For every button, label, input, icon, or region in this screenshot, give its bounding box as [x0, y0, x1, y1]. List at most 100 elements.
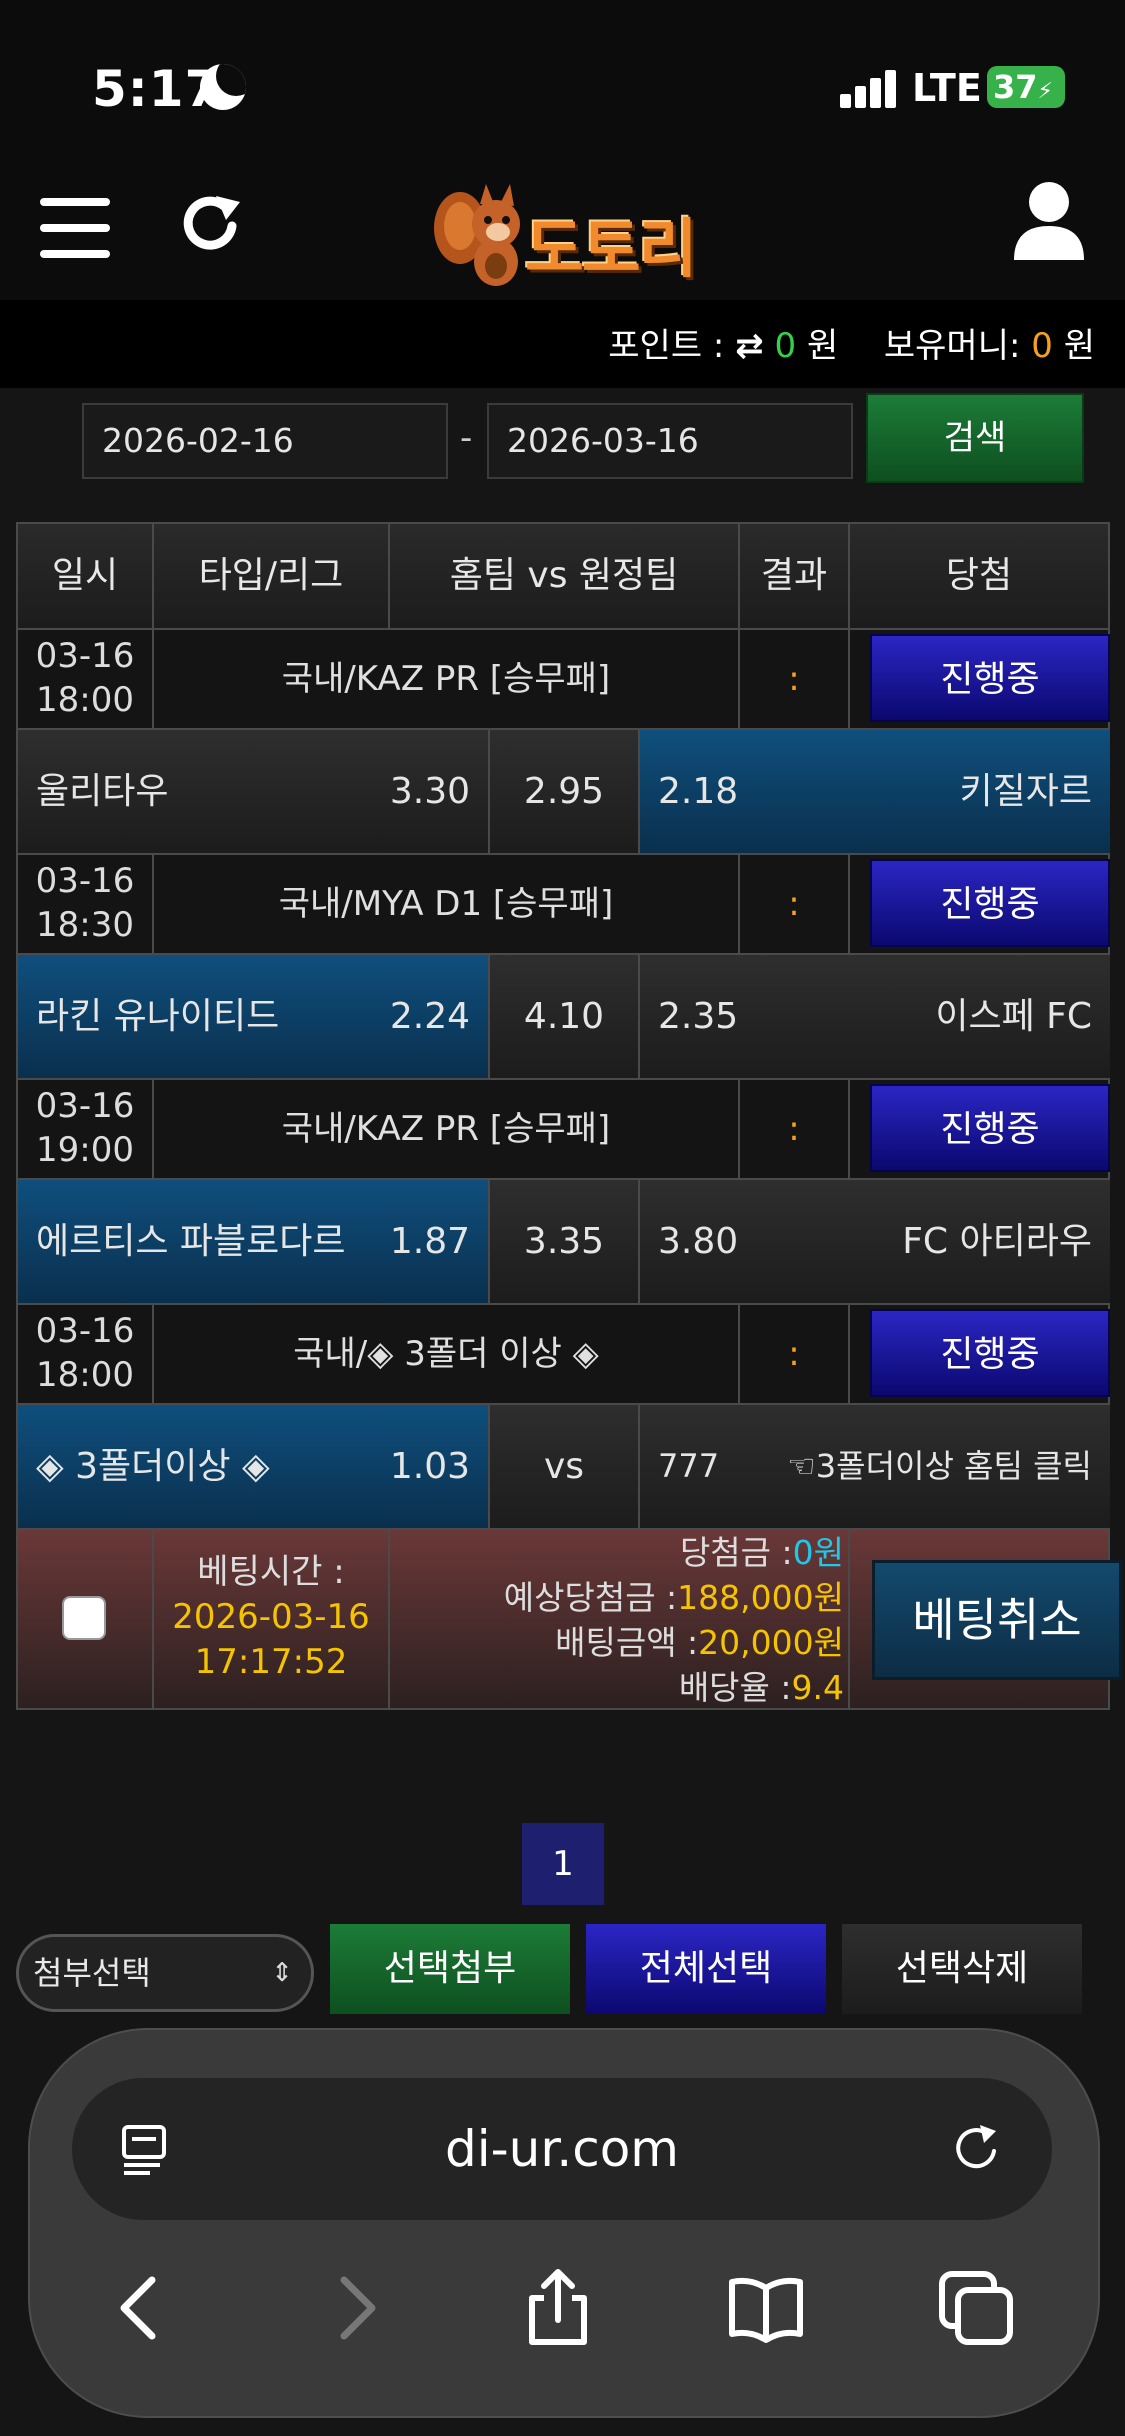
squirrel-icon — [434, 184, 520, 286]
draw-odds[interactable]: 3.35 — [490, 1180, 640, 1303]
network-type: LTE — [912, 66, 982, 110]
money-value: 0 — [1031, 326, 1053, 366]
game-league: 국내/KAZ PR [승무패] — [154, 1080, 740, 1178]
money-unit: 원 — [1063, 326, 1095, 366]
game-datetime: 03-16 19:00 — [18, 1080, 154, 1178]
page-button[interactable]: 1 — [522, 1823, 604, 1905]
draw-odds[interactable]: 4.10 — [490, 955, 640, 1078]
bet-history-table: 일시 타입/리그 홈팀 vs 원정팀 결과 당첨 03-16 18:00 국내/K… — [16, 522, 1122, 1710]
attach-select[interactable]: 첨부선택 ⇕ — [16, 1934, 314, 2012]
game-info-row: 03-16 19:00 국내/KAZ PR [승무패] : 진행중 — [16, 1080, 1110, 1180]
money-label: 보유머니: — [883, 326, 1021, 366]
points-value: 0 — [774, 326, 797, 366]
game-result: : — [740, 855, 850, 953]
game-result: : — [740, 1305, 850, 1403]
away-odds: 777 — [658, 1447, 720, 1485]
battery-level: 37 — [993, 68, 1038, 106]
app-root: 5:17 LTE 37⚡ 도토리 포인트 : ⇄ 0 원 보유머니: 0 원 2… — [0, 0, 1125, 2436]
status-badge: 진행중 — [870, 859, 1110, 947]
select-all-button[interactable]: 전체선택 — [586, 1924, 826, 2014]
logo-text: 도토리 — [525, 213, 698, 287]
bookmarks-icon[interactable] — [726, 2268, 806, 2348]
table-header: 일시 타입/리그 홈팀 vs 원정팀 결과 당첨 — [16, 522, 1110, 630]
game-league: 국내/KAZ PR [승무패] — [154, 630, 740, 728]
signal-icon — [840, 70, 900, 108]
points-unit: 원 — [806, 326, 839, 366]
header-datetime: 일시 — [18, 524, 154, 628]
home-team: 에르티스 파블로다르 — [36, 1221, 346, 1262]
cancel-bet-button[interactable]: 베팅취소 — [872, 1560, 1122, 1680]
date-from-input[interactable]: 2026-02-16 — [82, 403, 448, 479]
site-logo[interactable]: 도토리 — [430, 180, 710, 290]
attach-selected-button[interactable]: 선택첨부 — [330, 1924, 570, 2014]
home-odds: 1.87 — [389, 1221, 470, 1262]
game-league: 국내/MYA D1 [승무패] — [154, 855, 740, 953]
address-bar[interactable]: di-ur.com — [72, 2078, 1052, 2220]
home-team-cell[interactable]: ◈ 3폴더이상 ◈ 1.03 — [18, 1405, 490, 1528]
delete-selected-button[interactable]: 선택삭제 — [842, 1924, 1082, 2014]
draw-odds[interactable]: 2.95 — [490, 730, 640, 853]
game-time: 18:30 — [36, 905, 134, 945]
exchange-icon[interactable]: ⇄ — [735, 326, 764, 366]
away-odds: 3.80 — [658, 1221, 739, 1262]
bet-date: 2026-03-16 — [172, 1597, 370, 1637]
home-odds: 2.24 — [389, 996, 470, 1037]
away-team: FC 아티라우 — [902, 1221, 1092, 1262]
draw-odds[interactable]: vs — [490, 1405, 640, 1528]
rate-label: 배당율 : — [678, 1668, 792, 1707]
home-team-cell[interactable]: 울리타우 3.30 — [18, 730, 490, 853]
away-team-cell[interactable]: 777 ☜3폴더이상 홈팀 클릭 — [640, 1405, 1110, 1528]
header-teams: 홈팀 vs 원정팀 — [390, 524, 740, 628]
bet-time-label: 베팅시간 : — [197, 1552, 345, 1592]
home-odds: 3.30 — [389, 771, 470, 812]
header-league: 타입/리그 — [154, 524, 390, 628]
header-result: 결과 — [740, 524, 850, 628]
bet-summary-row: 베팅시간 : 2026-03-16 17:17:52 당첨금 :0원 예상당첨금… — [16, 1530, 1122, 1710]
away-odds: 2.35 — [658, 996, 739, 1037]
game-time: 18:00 — [36, 1355, 134, 1395]
home-team: 라킨 유나이티드 — [36, 996, 280, 1037]
game-result: : — [740, 1080, 850, 1178]
away-team: ☜3폴더이상 홈팀 클릭 — [787, 1447, 1092, 1485]
away-team-cell[interactable]: 3.80 FC 아티라우 — [640, 1180, 1110, 1303]
away-team-cell[interactable]: 2.35 이스페 FC — [640, 955, 1110, 1078]
status-badge: 진행중 — [870, 634, 1110, 722]
bet-time: 17:17:52 — [194, 1642, 348, 1682]
game-datetime: 03-16 18:00 — [18, 630, 154, 728]
away-team-cell[interactable]: 2.18 키질자르 — [640, 730, 1110, 853]
game-time: 18:00 — [36, 680, 134, 720]
win-info-cell: 당첨금 :0원 예상당첨금 :188,000원 배팅금액 :20,000원 배당… — [390, 1530, 850, 1708]
odds-row: ◈ 3폴더이상 ◈ 1.03 vs 777 ☜3폴더이상 홈팀 클릭 — [16, 1405, 1110, 1530]
expected-label: 예상당첨금 : — [503, 1578, 678, 1617]
url-text: di-ur.com — [444, 2120, 679, 2178]
moon-icon — [200, 64, 246, 110]
odds-row: 울리타우 3.30 2.95 2.18 키질자르 — [16, 730, 1110, 855]
home-team-cell[interactable]: 라킨 유나이티드 2.24 — [18, 955, 490, 1078]
win-value: 0원 — [792, 1533, 844, 1572]
refresh-icon[interactable] — [180, 192, 244, 258]
odds-row: 에르티스 파블로다르 1.87 3.35 3.80 FC 아티라우 — [16, 1180, 1110, 1305]
tabs-icon[interactable] — [936, 2268, 1016, 2348]
user-icon[interactable] — [1012, 180, 1086, 260]
away-odds: 2.18 — [658, 771, 739, 812]
back-icon[interactable] — [100, 2268, 180, 2348]
bet-time-cell: 베팅시간 : 2026-03-16 17:17:52 — [154, 1530, 390, 1708]
odds-row: 라킨 유나이티드 2.24 4.10 2.35 이스페 FC — [16, 955, 1110, 1080]
forward-icon[interactable] — [316, 2268, 396, 2348]
home-team-cell[interactable]: 에르티스 파블로다르 1.87 — [18, 1180, 490, 1303]
away-team: 키질자르 — [959, 771, 1092, 812]
reload-icon[interactable] — [950, 2123, 1002, 2175]
game-date: 03-16 — [35, 1086, 135, 1126]
status-badge: 진행중 — [870, 1309, 1110, 1397]
select-checkbox[interactable] — [62, 1596, 106, 1640]
search-button[interactable]: 검색 — [866, 393, 1084, 483]
battery-icon: 37⚡ — [987, 66, 1065, 108]
win-label: 당첨금 : — [679, 1533, 793, 1572]
away-team: 이스페 FC — [935, 996, 1092, 1037]
menu-icon[interactable] — [40, 198, 110, 258]
date-to-input[interactable]: 2026-03-16 — [487, 403, 853, 479]
point-bar: 포인트 : ⇄ 0 원 보유머니: 0 원 — [0, 300, 1125, 388]
home-odds: 1.03 — [389, 1446, 470, 1487]
share-icon[interactable] — [518, 2268, 598, 2348]
home-team: 울리타우 — [36, 771, 169, 812]
